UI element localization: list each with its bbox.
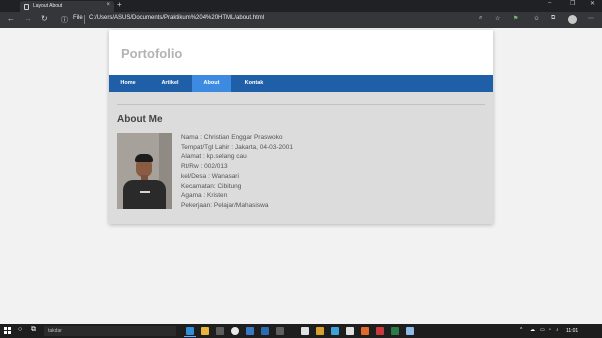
new-tab-icon[interactable]: +: [117, 0, 122, 9]
address-scheme: File: [73, 15, 83, 21]
network-icon[interactable]: ◔: [548, 327, 551, 333]
back-icon[interactable]: ←: [7, 14, 15, 23]
zoom-icon[interactable]: ⌕: [479, 15, 482, 22]
bio-religion: Agama : Kristen: [181, 192, 228, 200]
bio-list: Nama : Christian Enggar Praswoko Tempat/…: [181, 133, 293, 211]
browser-tab[interactable]: Layout About ×: [20, 1, 114, 12]
page-icon: [24, 4, 29, 10]
chrome-icon[interactable]: [406, 327, 414, 335]
address-bar[interactable]: C:/Users/ASUS/Documents/Praktikum%204%20…: [89, 15, 264, 21]
site-title: Portofolio: [121, 46, 183, 61]
site-header: Portofolio: [109, 30, 493, 75]
nav-home[interactable]: Home: [109, 75, 147, 92]
volume-icon[interactable]: ♪: [556, 327, 559, 333]
site-nav: Home Artikel About Kontak: [109, 75, 493, 92]
page-viewport: Portofolio Home Artikel About Kontak Abo…: [0, 28, 602, 324]
terminal-icon[interactable]: [346, 327, 354, 335]
nav-about[interactable]: About: [192, 75, 231, 92]
extension-icon[interactable]: ⚑: [513, 15, 518, 22]
taskbar-search[interactable]: takdar: [44, 326, 176, 336]
mail-icon[interactable]: [246, 327, 254, 335]
media-icon[interactable]: [361, 327, 369, 335]
task-view-icon[interactable]: ⧉: [31, 326, 36, 334]
active-app-indicator: [184, 336, 196, 337]
maximize-icon[interactable]: ❐: [570, 0, 575, 7]
store-icon[interactable]: [216, 327, 224, 335]
xbox-icon[interactable]: [231, 327, 239, 335]
profile-avatar[interactable]: [568, 15, 577, 24]
taskbar-clock[interactable]: 11:01: [566, 328, 578, 334]
close-tab-icon[interactable]: ×: [106, 2, 110, 8]
video-icon[interactable]: [376, 327, 384, 335]
tray-overflow-icon[interactable]: ^: [520, 327, 522, 333]
windows-start-icon[interactable]: [4, 327, 11, 334]
file-explorer-icon[interactable]: [201, 327, 209, 335]
reload-icon[interactable]: ↻: [41, 14, 48, 23]
section-title: About Me: [117, 114, 163, 125]
profile-photo: [117, 133, 172, 209]
address-separator: [84, 15, 85, 24]
notes-icon[interactable]: [316, 327, 324, 335]
favorite-icon[interactable]: ☆: [495, 15, 500, 22]
collections-icon[interactable]: ⧉: [551, 15, 555, 22]
nav-artikel[interactable]: Artikel: [151, 75, 189, 92]
edge-app-icon[interactable]: [186, 327, 194, 335]
site-info-icon[interactable]: ⓘ: [61, 15, 68, 25]
page-container: Portofolio Home Artikel About Kontak Abo…: [109, 30, 493, 224]
taskbar: takdar ○ ⧉ ^ ☁ ▭ ◔ ♪ 11:01: [0, 324, 602, 338]
cortana-icon[interactable]: ○: [18, 326, 22, 333]
calculator-icon[interactable]: [301, 327, 309, 335]
settings-icon[interactable]: [276, 327, 284, 335]
word-icon[interactable]: [331, 327, 339, 335]
section-divider: [117, 104, 485, 105]
tab-title: Layout About: [33, 3, 63, 9]
taskbar-search-text: takdar: [48, 328, 62, 334]
forward-icon[interactable]: →: [24, 14, 32, 23]
minimize-icon[interactable]: –: [548, 0, 551, 6]
bio-address: Alamat : kp.selang cau: [181, 153, 247, 161]
close-window-icon[interactable]: ✕: [590, 0, 595, 7]
menu-icon[interactable]: ⋯: [588, 15, 594, 22]
favorites-bar-icon[interactable]: ✩: [534, 15, 539, 22]
bio-name: Nama : Christian Enggar Praswoko: [181, 134, 283, 141]
bio-occupation: Pekerjaan: Pelajar/Mahasiswa: [181, 201, 269, 209]
browser-toolbar: ← → ↻ ⓘ File C:/Users/ASUS/Documents/Pra…: [0, 12, 602, 28]
photos-icon[interactable]: [261, 327, 269, 335]
browser-tab-bar: Layout About × + – ❐ ✕: [0, 0, 602, 12]
sheet-icon[interactable]: [391, 327, 399, 335]
bio-village: kel/Desa : Wanasari: [181, 172, 239, 180]
bio-birth: Tempat/Tgl Lahir : Jakarta, 04-03-2001: [181, 143, 294, 151]
bio-district: Kecamatan: Cibitung: [181, 182, 242, 190]
onedrive-icon[interactable]: ☁: [530, 327, 535, 333]
battery-icon[interactable]: ▭: [540, 327, 545, 333]
bio-rtrw: Rt/Rw : 002/013: [181, 163, 228, 171]
nav-kontak[interactable]: Kontak: [235, 75, 273, 92]
